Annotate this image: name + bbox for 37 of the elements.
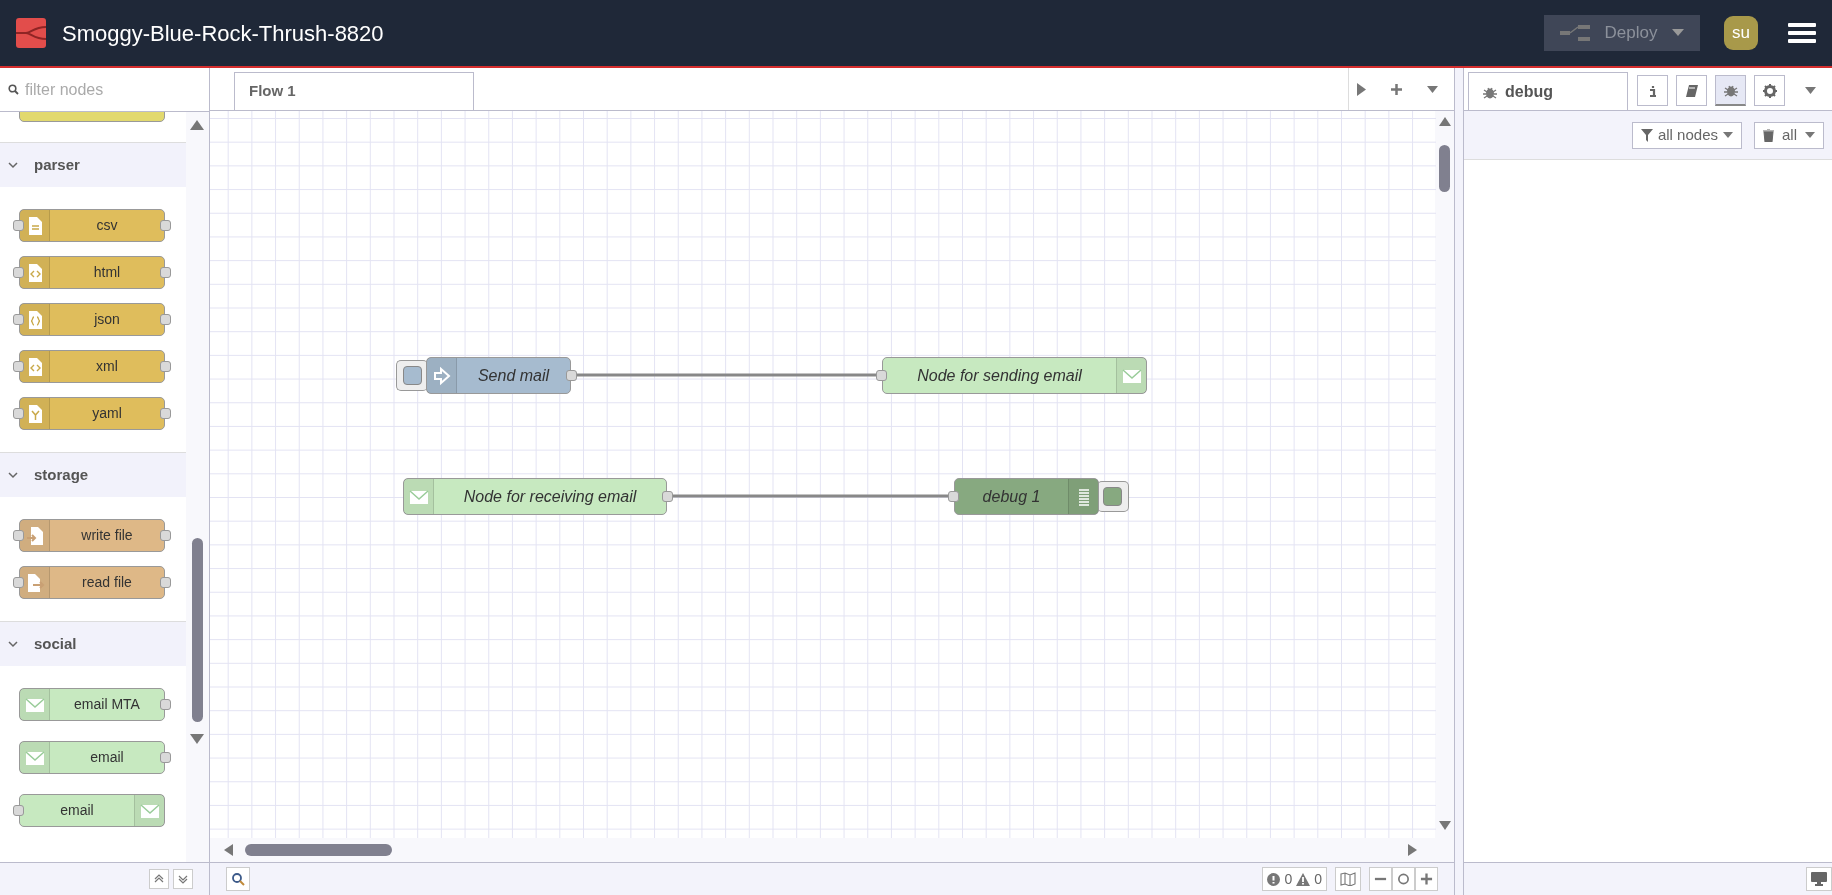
node-label: email MTA [73,695,141,714]
app-title: Smoggy-Blue-Rock-Thrush-8820 [62,19,384,48]
palette-node[interactable]: json [19,303,165,336]
palette-node[interactable]: write file [19,519,165,552]
category-header[interactable]: social [0,621,186,666]
node-label: Send mail [476,365,551,386]
palette-node[interactable]: read file [19,566,165,599]
node-label: xml [95,357,119,376]
flow-node[interactable]: Node for sending email [882,357,1147,394]
palette-node[interactable]: html [19,256,165,289]
node-label: read file [81,573,133,592]
node-label: yaml [91,404,123,423]
node-label: debug 1 [981,486,1042,507]
palette-node[interactable]: yaml [19,397,165,430]
flow-node[interactable]: Send mail [426,357,571,394]
flow-node[interactable]: Node for receiving email [403,478,667,515]
palette-node[interactable]: xml [19,350,165,383]
clear-button[interactable]: all [1754,121,1824,149]
status-counter[interactable]: 0 0 [1262,867,1327,891]
node-label: Node for sending email [916,365,1083,386]
node-label: csv [95,216,119,235]
palette-node[interactable]: csv [19,209,165,242]
filter-button[interactable]: all nodes [1631,121,1742,149]
palette-node[interactable]: email [19,741,165,774]
node-label: html [92,263,122,282]
node-label: email [89,748,125,767]
palette-node[interactable]: email [19,794,165,827]
flow-tab[interactable]: Flow 1 [234,72,474,110]
sidebar-tab[interactable]: debug [1468,72,1628,110]
node-label: write file [80,526,134,545]
category-header[interactable]: parser [0,142,186,187]
node-label: Node for receiving email [462,486,638,507]
category-header[interactable]: storage [0,452,186,497]
node-label: json [93,310,121,329]
node-label: email [59,801,95,820]
flow-node[interactable]: debug 1 [954,478,1099,515]
palette-node[interactable]: email MTA [19,688,165,721]
